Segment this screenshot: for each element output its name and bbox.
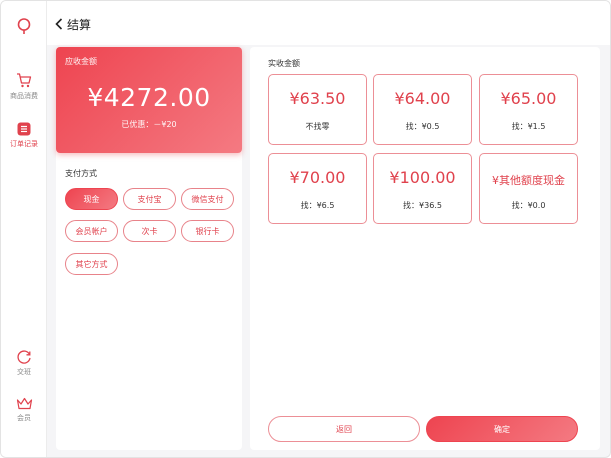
change-value: 不找零 bbox=[305, 122, 330, 131]
amount-value: ¥100.00 bbox=[389, 168, 456, 187]
payment-title: 支付方式 bbox=[65, 169, 97, 178]
sidebar-item-label: 会员 bbox=[17, 414, 31, 422]
pay-method-other[interactable]: 其它方式 bbox=[65, 253, 118, 275]
amount-option-other[interactable]: ¥其他额度现金 找：¥0.0 bbox=[479, 153, 578, 224]
sidebar-item-member[interactable]: 会员 bbox=[1, 397, 47, 423]
pay-method-cash[interactable]: 现金 bbox=[65, 188, 118, 210]
page-title: 结算 bbox=[67, 17, 92, 32]
pay-method-alipay[interactable]: 支付宝 bbox=[123, 188, 176, 210]
amount-option[interactable]: ¥64.00 找：¥0.5 bbox=[373, 74, 472, 145]
header: 结算 bbox=[47, 1, 610, 45]
confirm-button[interactable]: 确定 bbox=[426, 416, 578, 442]
cart-icon bbox=[17, 73, 32, 88]
pay-method-bank-card[interactable]: 银行卡 bbox=[181, 220, 234, 242]
amount-value: ¥其他额度现金 bbox=[492, 174, 565, 187]
pay-method-wechat[interactable]: 微信支付 bbox=[181, 188, 234, 210]
sidebar: 商品消费 订单记录 交班 会员 bbox=[1, 1, 47, 457]
receivable-label: 应收金额 bbox=[65, 57, 97, 66]
logo-icon bbox=[15, 17, 33, 35]
right-panel: 实收金额 ¥63.50 不找零 ¥64.00 找：¥0.5 ¥65.00 找：¥… bbox=[250, 47, 600, 450]
pay-method-punch-card[interactable]: 次卡 bbox=[123, 220, 176, 242]
discount-text: 已优惠：－¥20 bbox=[121, 120, 177, 129]
amount-value: ¥70.00 bbox=[289, 168, 346, 187]
change-value: 找：¥36.5 bbox=[403, 201, 442, 210]
sidebar-item-label: 交班 bbox=[17, 368, 31, 376]
change-value: 找：¥0.0 bbox=[511, 201, 546, 210]
amount-option[interactable]: ¥65.00 找：¥1.5 bbox=[479, 74, 578, 145]
app-window: 商品消费 订单记录 交班 会员 结算 应收金额 ¥4272.00 已优惠：－¥2… bbox=[0, 0, 611, 458]
shift-icon bbox=[16, 350, 31, 364]
sidebar-item-label: 商品消费 bbox=[10, 92, 38, 100]
amount-value: ¥63.50 bbox=[289, 89, 346, 108]
order-list-icon bbox=[17, 122, 31, 136]
receivable-amount: ¥4272.00 bbox=[87, 83, 211, 112]
amount-option[interactable]: ¥63.50 不找零 bbox=[268, 74, 367, 145]
sidebar-item-orders[interactable]: 订单记录 bbox=[1, 122, 47, 149]
amount-option[interactable]: ¥100.00 找：¥36.5 bbox=[373, 153, 472, 224]
sidebar-item-label: 订单记录 bbox=[10, 140, 38, 148]
change-value: 找：¥6.5 bbox=[300, 201, 335, 210]
change-value: 找：¥0.5 bbox=[405, 122, 440, 131]
received-title: 实收金额 bbox=[268, 59, 300, 68]
crown-icon bbox=[16, 397, 32, 410]
chevron-left-icon bbox=[55, 18, 63, 30]
return-button[interactable]: 返回 bbox=[268, 416, 420, 442]
receivable-card: 应收金额 ¥4272.00 已优惠：－¥20 bbox=[56, 47, 242, 153]
amount-value: ¥65.00 bbox=[500, 89, 557, 108]
sidebar-item-shift[interactable]: 交班 bbox=[1, 349, 47, 377]
left-panel: 应收金额 ¥4272.00 已优惠：－¥20 支付方式 现金 支付宝 微信支付 … bbox=[56, 47, 242, 450]
sidebar-item-consume[interactable]: 商品消费 bbox=[1, 73, 47, 101]
pay-method-member-account[interactable]: 会员帐户 bbox=[65, 220, 118, 242]
amount-value: ¥64.00 bbox=[394, 89, 451, 108]
back-button[interactable]: 结算 bbox=[55, 15, 91, 33]
amount-option[interactable]: ¥70.00 找：¥6.5 bbox=[268, 153, 367, 224]
change-value: 找：¥1.5 bbox=[511, 122, 546, 131]
